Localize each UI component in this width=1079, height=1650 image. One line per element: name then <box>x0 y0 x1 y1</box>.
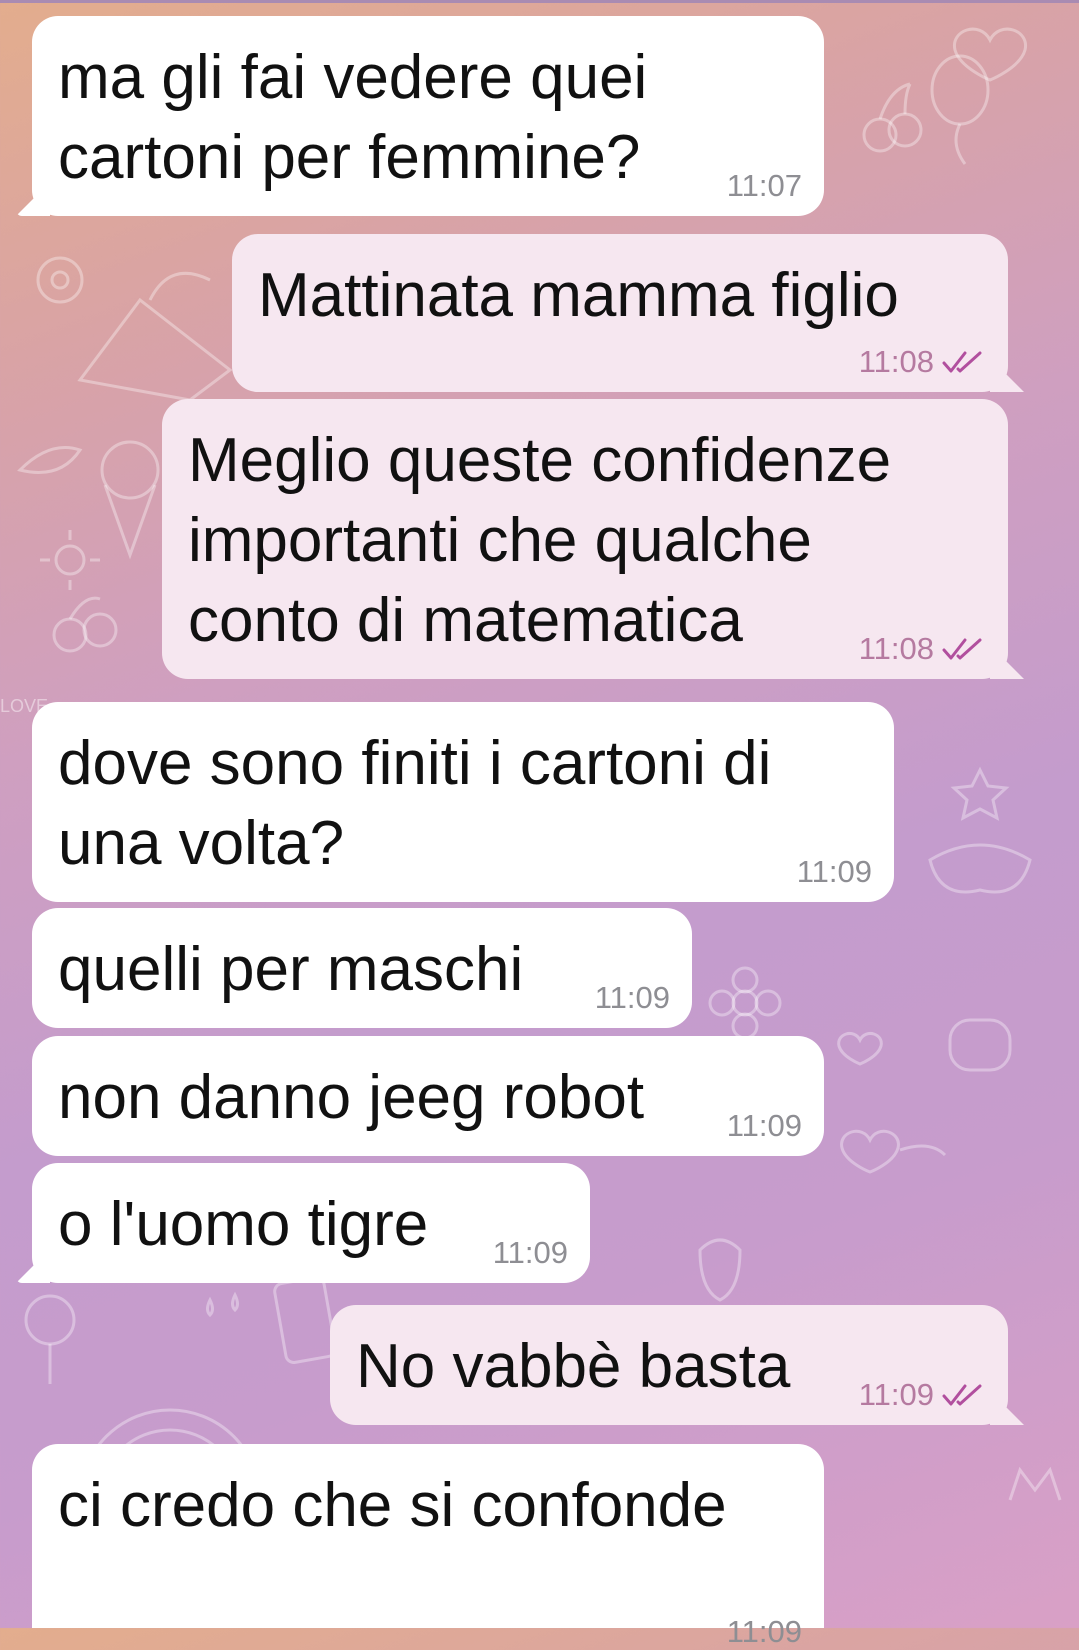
double-check-icon <box>942 351 982 373</box>
message-bubble-outgoing[interactable]: Mattinata mamma figlio 11:08 <box>232 234 1008 392</box>
double-check-icon <box>942 638 982 660</box>
star-doodle-icon <box>950 766 1010 821</box>
sleep-mask-doodle-icon <box>928 843 1032 894</box>
message-meta: 11:09 <box>493 1235 568 1271</box>
message-meta: 11:08 <box>859 631 986 667</box>
message-meta: 11:09 <box>859 1377 986 1413</box>
message-meta: 11:09 <box>727 1614 802 1650</box>
sun-doodle-icon <box>40 530 100 590</box>
message-meta: 11:09 <box>727 1108 802 1144</box>
message-meta: 11:07 <box>727 168 802 204</box>
message-bubble-outgoing[interactable]: No vabbè basta 11:09 <box>330 1305 1008 1425</box>
cherry-doodle-icon <box>862 82 923 153</box>
cat-doodle-icon <box>1008 1466 1062 1501</box>
feather-doodle-icon <box>17 446 83 474</box>
heart-doodle-icon-2 <box>837 1031 883 1066</box>
drops-doodle-icon <box>206 1291 239 1318</box>
message-bubble-outgoing[interactable]: Meglio queste confidenze importanti che … <box>162 399 1008 679</box>
message-bubble-incoming[interactable]: non danno jeeg robot 11:09 <box>32 1036 824 1156</box>
message-time: 11:09 <box>858 1377 934 1412</box>
lollipop-doodle-icon <box>24 1294 76 1384</box>
balloon-doodle-icon <box>930 54 990 165</box>
message-bubble-incoming[interactable]: dove sono finiti i cartoni di una volta?… <box>32 702 894 902</box>
donut-doodle-icon <box>36 256 84 304</box>
message-text: o l'uomo tigre <box>58 1190 429 1259</box>
message-time: 11:09 <box>492 1235 568 1270</box>
icecream-doodle-icon <box>100 440 160 560</box>
phone-doodle-icon <box>273 1276 337 1364</box>
message-bubble-incoming[interactable]: o l'uomo tigre 11:09 <box>32 1163 590 1283</box>
message-text: Meglio queste confidenze importanti che … <box>188 426 892 655</box>
message-bubble-incoming[interactable]: ma gli fai vedere quei cartoni per femmi… <box>32 16 824 216</box>
message-time: 11:09 <box>726 1108 802 1143</box>
message-bubble-incoming[interactable]: quelli per maschi 11:09 <box>32 908 692 1028</box>
message-text: dove sono finiti i cartoni di una volta? <box>58 729 772 878</box>
message-text: quelli per maschi <box>58 935 524 1004</box>
message-meta: 11:09 <box>595 980 670 1016</box>
message-text: non danno jeeg robot <box>58 1063 645 1132</box>
gamepad-doodle-icon <box>948 1018 1012 1072</box>
message-bubble-incoming[interactable]: ci credo che si confonde 11:09 <box>32 1444 824 1649</box>
message-meta: 11:08 <box>859 344 986 380</box>
double-check-icon <box>942 1384 982 1406</box>
heart-doodle-icon <box>953 27 1027 82</box>
message-time: 11:07 <box>726 168 802 203</box>
message-time: 11:09 <box>726 1614 802 1649</box>
message-time: 11:08 <box>858 631 934 666</box>
message-time: 11:09 <box>594 980 670 1015</box>
bag-doodle-icon <box>77 271 233 402</box>
message-text: ma gli fai vedere quei cartoni per femmi… <box>58 43 648 192</box>
winged-heart-doodle-icon <box>840 1129 947 1174</box>
cherry-doodle-icon-2 <box>52 596 118 653</box>
strawberry-doodle-icon <box>698 1238 742 1302</box>
message-text: ci credo che si confonde <box>58 1471 727 1540</box>
flower-doodle-icon <box>708 966 782 1040</box>
message-time: 11:08 <box>858 344 934 379</box>
message-meta: 11:09 <box>797 854 872 890</box>
message-text: Mattinata mamma figlio <box>258 261 899 330</box>
message-time: 11:09 <box>796 854 872 889</box>
